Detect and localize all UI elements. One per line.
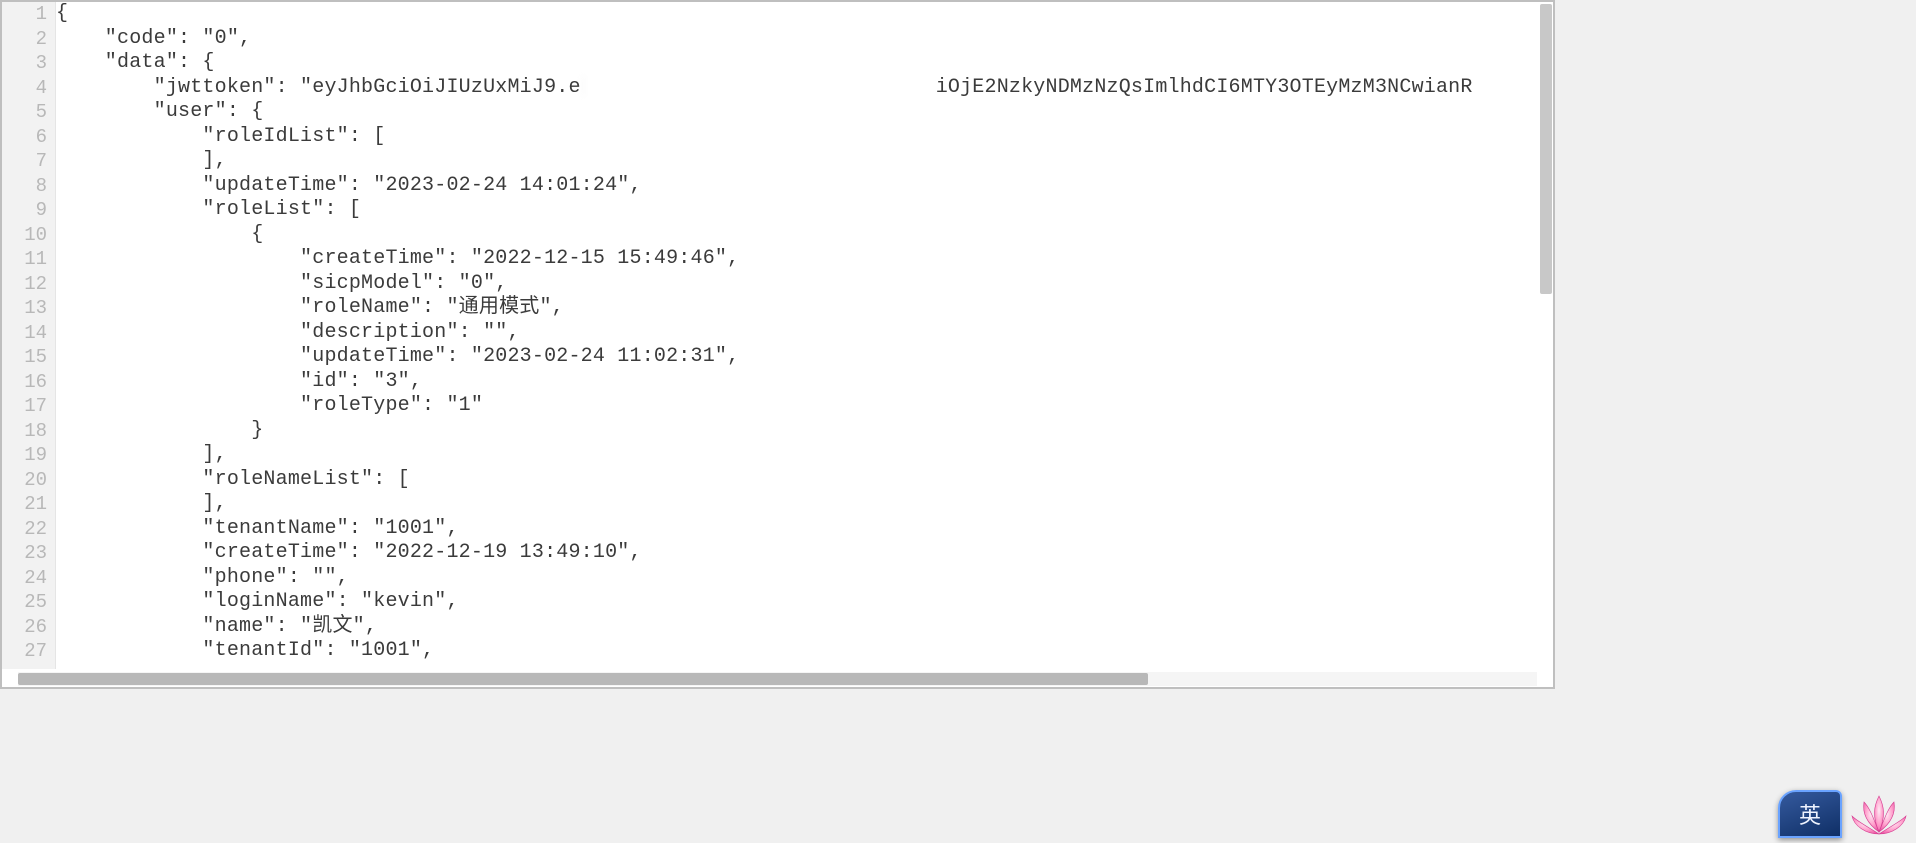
line-number: 25: [2, 590, 47, 615]
code-line: "jwttoken": "eyJhbGciOiJIUzUxMiJ9.eiOjE2…: [56, 76, 1553, 101]
line-number: 26: [2, 615, 47, 640]
line-number: 4: [2, 76, 47, 101]
code-line: "data": {: [56, 51, 1553, 76]
line-number: 11: [2, 247, 47, 272]
ime-language-badge[interactable]: 英: [1778, 790, 1842, 838]
ime-language-label: 英: [1799, 798, 1821, 830]
code-line: "user": {: [56, 100, 1553, 125]
lotus-icon[interactable]: [1844, 792, 1914, 838]
line-number: 13: [2, 296, 47, 321]
line-number: 1: [2, 2, 47, 27]
code-line: "sicpModel": "0",: [56, 272, 1553, 297]
line-number: 23: [2, 541, 47, 566]
line-number: 27: [2, 639, 47, 664]
json-viewer-panel: 1234567891011121314151617181920212223242…: [0, 0, 1555, 689]
line-number-gutter: 1234567891011121314151617181920212223242…: [2, 2, 56, 669]
line-number: 22: [2, 517, 47, 542]
line-number: 17: [2, 394, 47, 419]
code-line: "description": "",: [56, 321, 1553, 346]
line-number: 6: [2, 125, 47, 150]
horizontal-scrollbar-thumb[interactable]: [18, 673, 1148, 685]
code-line: "createTime": "2022-12-19 13:49:10",: [56, 541, 1553, 566]
code-line: "loginName": "kevin",: [56, 590, 1553, 615]
code-line: ],: [56, 149, 1553, 174]
line-number: 10: [2, 223, 47, 248]
code-line: "roleName": "通用模式",: [56, 296, 1553, 321]
code-line: "id": "3",: [56, 370, 1553, 395]
line-number: 24: [2, 566, 47, 591]
code-line: "phone": "",: [56, 566, 1553, 591]
line-number: 12: [2, 272, 47, 297]
code-line: "roleNameList": [: [56, 468, 1553, 493]
vertical-scrollbar-thumb[interactable]: [1540, 4, 1552, 294]
code-line: {: [56, 223, 1553, 248]
horizontal-scrollbar[interactable]: [18, 672, 1537, 686]
code-line: "roleType": "1": [56, 394, 1553, 419]
vertical-scrollbar[interactable]: [1540, 4, 1552, 651]
code-line: "createTime": "2022-12-15 15:49:46",: [56, 247, 1553, 272]
line-number: 7: [2, 149, 47, 174]
code-line: ],: [56, 492, 1553, 517]
code-line: "tenantId": "1001",: [56, 639, 1553, 664]
code-line: }: [56, 419, 1553, 444]
code-line: "name": "凯文",: [56, 615, 1553, 640]
code-line: "roleIdList": [: [56, 125, 1553, 150]
line-number: 18: [2, 419, 47, 444]
line-number: 15: [2, 345, 47, 370]
code-line: "tenantName": "1001",: [56, 517, 1553, 542]
redacted-segment: [583, 76, 934, 96]
line-number: 20: [2, 468, 47, 493]
line-number: 2: [2, 27, 47, 52]
code-content[interactable]: { "code": "0", "data": { "jwttoken": "ey…: [56, 2, 1553, 669]
line-number: 16: [2, 370, 47, 395]
code-line: ],: [56, 443, 1553, 468]
line-number: 19: [2, 443, 47, 468]
code-area: 1234567891011121314151617181920212223242…: [2, 2, 1553, 669]
line-number: 21: [2, 492, 47, 517]
code-line: "updateTime": "2023-02-24 14:01:24",: [56, 174, 1553, 199]
code-line: {: [56, 2, 1553, 27]
code-line: "code": "0",: [56, 27, 1553, 52]
line-number: 3: [2, 51, 47, 76]
code-line: "updateTime": "2023-02-24 11:02:31",: [56, 345, 1553, 370]
code-line: "roleList": [: [56, 198, 1553, 223]
line-number: 14: [2, 321, 47, 346]
line-number: 8: [2, 174, 47, 199]
line-number: 9: [2, 198, 47, 223]
line-number: 5: [2, 100, 47, 125]
ime-widget[interactable]: 英: [1778, 788, 1916, 838]
